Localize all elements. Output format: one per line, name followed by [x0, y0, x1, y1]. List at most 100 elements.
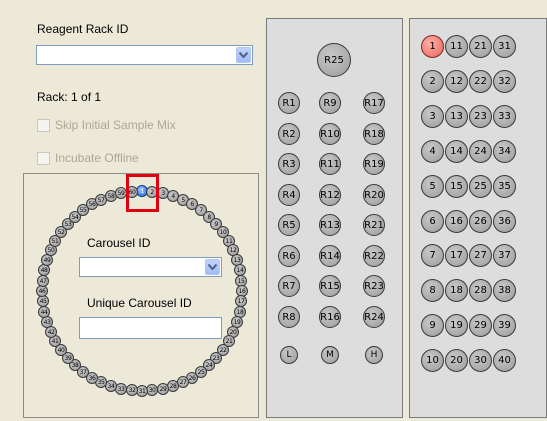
sample-position-10[interactable]: 10: [421, 349, 444, 372]
sample-position-19[interactable]: 19: [445, 314, 468, 337]
rack-position-r10[interactable]: R10: [319, 123, 341, 145]
rack-position-r1[interactable]: R1: [278, 92, 300, 114]
carousel-position-label: 27: [179, 378, 187, 386]
sample-position-5[interactable]: 5: [421, 175, 444, 198]
sample-position-15[interactable]: 15: [445, 175, 468, 198]
sample-position-1[interactable]: 1: [421, 35, 444, 58]
carousel-position-label: 26: [188, 374, 196, 382]
rack-position-r15[interactable]: R15: [319, 275, 341, 297]
sample-position-label: 35: [498, 181, 511, 192]
carousel-id-combo[interactable]: [79, 257, 222, 277]
sample-position-11[interactable]: 11: [445, 35, 468, 58]
sample-position-20[interactable]: 20: [445, 349, 468, 372]
rack-position-r12[interactable]: R12: [319, 184, 341, 206]
sample-position-14[interactable]: 14: [445, 140, 468, 163]
sample-position-label: 8: [429, 285, 436, 296]
rack-position-r13[interactable]: R13: [319, 214, 341, 236]
sample-position-label: 16: [450, 216, 463, 227]
rack-position-r25[interactable]: R25: [317, 43, 351, 77]
carousel-position-label: 22: [219, 346, 227, 354]
sample-position-29[interactable]: 29: [469, 314, 492, 337]
sample-position-39[interactable]: 39: [493, 314, 516, 337]
sample-position-12[interactable]: 12: [445, 70, 468, 93]
rack-position-m[interactable]: M: [321, 346, 339, 364]
sample-position-label: 22: [474, 76, 487, 87]
rack-position-r16[interactable]: R16: [319, 306, 341, 328]
rack-position-r17[interactable]: R17: [363, 92, 385, 114]
carousel-position-label: 50: [47, 246, 55, 254]
sample-position-25[interactable]: 25: [469, 175, 492, 198]
rack-position-r20[interactable]: R20: [363, 184, 385, 206]
sample-position-3[interactable]: 3: [421, 105, 444, 128]
sample-position-label: 28: [474, 285, 487, 296]
rack-position-r14[interactable]: R14: [319, 245, 341, 267]
sample-position-28[interactable]: 28: [469, 279, 492, 302]
sample-position-24[interactable]: 24: [469, 140, 492, 163]
sample-position-13[interactable]: 13: [445, 105, 468, 128]
skip-initial-sample-mix-checkbox[interactable]: [37, 119, 50, 132]
rack-position-label: R20: [364, 189, 384, 201]
chevron-down-icon[interactable]: [236, 47, 251, 63]
sample-position-27[interactable]: 27: [469, 244, 492, 267]
rack-position-r5[interactable]: R5: [278, 214, 300, 236]
carousel-position-label: 18: [236, 308, 244, 316]
sample-position-32[interactable]: 32: [493, 70, 516, 93]
sample-position-38[interactable]: 38: [493, 279, 516, 302]
sample-position-23[interactable]: 23: [469, 105, 492, 128]
rack-count-text: Rack: 1 of 1: [37, 90, 102, 104]
rack-position-h[interactable]: H: [365, 346, 383, 364]
rack-position-r21[interactable]: R21: [363, 214, 385, 236]
sample-position-40[interactable]: 40: [493, 349, 516, 372]
carousel-position-47[interactable]: 47: [37, 275, 49, 287]
carousel-position-label: 19: [233, 318, 241, 326]
sample-position-17[interactable]: 17: [445, 244, 468, 267]
sample-position-33[interactable]: 33: [493, 105, 516, 128]
sample-position-4[interactable]: 4: [421, 140, 444, 163]
sample-position-label: 30: [474, 355, 487, 366]
rack-position-r2[interactable]: R2: [278, 123, 300, 145]
carousel-position-32[interactable]: 32: [126, 384, 138, 396]
sample-position-31[interactable]: 31: [493, 35, 516, 58]
rack-position-r6[interactable]: R6: [278, 245, 300, 267]
rack-position-r19[interactable]: R19: [363, 153, 385, 175]
chevron-down-icon[interactable]: [205, 259, 220, 275]
sample-position-21[interactable]: 21: [469, 35, 492, 58]
sample-position-35[interactable]: 35: [493, 175, 516, 198]
sample-position-22[interactable]: 22: [469, 70, 492, 93]
rack-position-r3[interactable]: R3: [278, 153, 300, 175]
rack-position-r11[interactable]: R11: [319, 153, 341, 175]
rack-position-l[interactable]: L: [280, 346, 298, 364]
rack-position-label: R6: [282, 250, 296, 262]
carousel-position-label: 3: [161, 189, 165, 197]
incubate-offline-checkbox[interactable]: [37, 152, 50, 165]
rack-position-r22[interactable]: R22: [363, 245, 385, 267]
sample-position-6[interactable]: 6: [421, 210, 444, 233]
sample-position-7[interactable]: 7: [421, 244, 444, 267]
carousel-position-29[interactable]: 29: [157, 383, 169, 395]
carousel-position-44[interactable]: 44: [38, 306, 50, 318]
rack-position-label: R10: [320, 128, 340, 140]
rack-position-r9[interactable]: R9: [319, 92, 341, 114]
sample-position-18[interactable]: 18: [445, 279, 468, 302]
rack-position-r24[interactable]: R24: [363, 306, 385, 328]
sample-position-26[interactable]: 26: [469, 210, 492, 233]
rack-position-r4[interactable]: R4: [278, 184, 300, 206]
sample-position-2[interactable]: 2: [421, 70, 444, 93]
sample-position-36[interactable]: 36: [493, 210, 516, 233]
sample-position-9[interactable]: 9: [421, 314, 444, 337]
sample-position-8[interactable]: 8: [421, 279, 444, 302]
rack-position-r18[interactable]: R18: [363, 123, 385, 145]
sample-position-30[interactable]: 30: [469, 349, 492, 372]
reagent-rack-id-combo[interactable]: [36, 45, 253, 65]
sample-position-37[interactable]: 37: [493, 244, 516, 267]
carousel-position-label: 24: [205, 361, 213, 369]
rack-position-r7[interactable]: R7: [278, 275, 300, 297]
rack-position-label: R4: [282, 189, 296, 201]
unique-carousel-id-input[interactable]: [79, 317, 222, 339]
rack-position-r8[interactable]: R8: [278, 306, 300, 328]
carousel-position-label: 28: [169, 382, 177, 390]
carousel-position-label: 59: [117, 189, 125, 197]
rack-position-r23[interactable]: R23: [363, 275, 385, 297]
sample-position-16[interactable]: 16: [445, 210, 468, 233]
sample-position-34[interactable]: 34: [493, 140, 516, 163]
